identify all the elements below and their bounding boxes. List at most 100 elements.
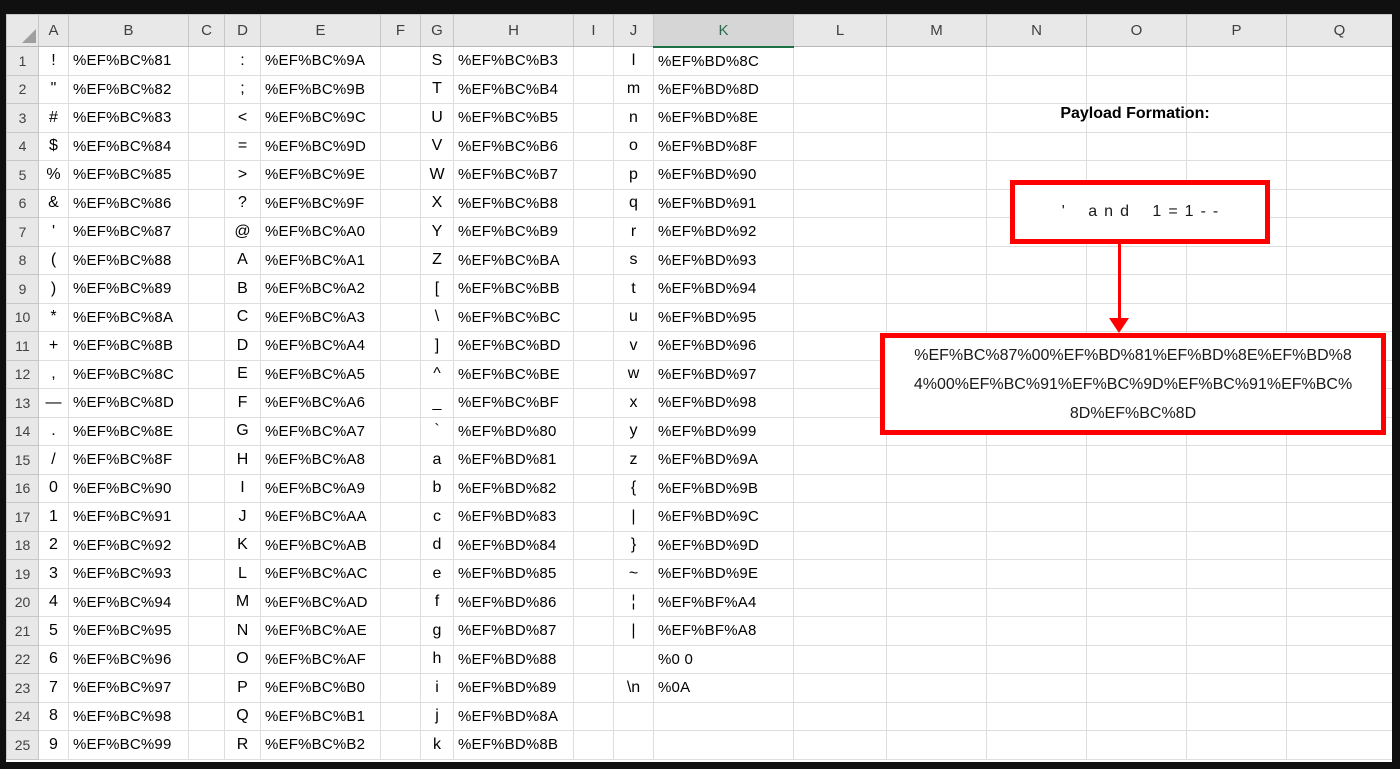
cell-O9[interactable] [1086,274,1187,304]
payload-source-box[interactable]: ' and 1=1-- [1010,180,1270,244]
column-header-P[interactable]: P [1186,14,1287,47]
cell-C5[interactable] [188,160,225,190]
cell-H4[interactable]: %EF%BC%B6 [453,131,574,161]
cell-E19[interactable]: %EF%BC%AC [260,559,381,589]
row-header-21[interactable]: 21 [6,616,39,646]
cell-D24[interactable]: Q [224,701,261,731]
cell-D12[interactable]: E [224,359,261,389]
cell-A7[interactable]: ' [38,217,69,247]
cell-H17[interactable]: %EF%BD%83 [453,502,574,532]
row-header-16[interactable]: 16 [6,473,39,503]
cell-M18[interactable] [886,530,987,560]
cell-I12[interactable] [573,359,614,389]
cell-I11[interactable] [573,331,614,361]
cell-K24[interactable] [653,701,794,731]
cell-I1[interactable] [573,46,614,76]
row-header-23[interactable]: 23 [6,673,39,703]
cell-E25[interactable]: %EF%BC%B2 [260,730,381,760]
column-header-M[interactable]: M [886,14,987,47]
cell-M2[interactable] [886,74,987,104]
cell-E23[interactable]: %EF%BC%B0 [260,673,381,703]
cell-C4[interactable] [188,131,225,161]
row-header-11[interactable]: 11 [6,331,39,361]
cell-H18[interactable]: %EF%BD%84 [453,530,574,560]
cell-P23[interactable] [1186,673,1287,703]
cell-K7[interactable]: %EF%BD%92 [653,217,794,247]
cell-A17[interactable]: 1 [38,502,69,532]
column-header-F[interactable]: F [380,14,421,47]
cell-A4[interactable]: $ [38,131,69,161]
cell-J24[interactable] [613,701,654,731]
cell-I5[interactable] [573,160,614,190]
cell-J15[interactable]: z [613,445,654,475]
cell-F5[interactable] [380,160,421,190]
cell-C7[interactable] [188,217,225,247]
cell-H12[interactable]: %EF%BC%BE [453,359,574,389]
cell-M9[interactable] [886,274,987,304]
cell-I13[interactable] [573,388,614,418]
cell-J23[interactable]: \n [613,673,654,703]
column-header-D[interactable]: D [224,14,261,47]
cell-L2[interactable] [793,74,887,104]
cell-D15[interactable]: H [224,445,261,475]
cell-L7[interactable] [793,217,887,247]
cell-B4[interactable]: %EF%BC%84 [68,131,189,161]
cell-D14[interactable]: G [224,416,261,446]
cell-K16[interactable]: %EF%BD%9B [653,473,794,503]
cell-A3[interactable]: # [38,103,69,133]
cell-A12[interactable]: , [38,359,69,389]
cell-O1[interactable] [1086,46,1187,76]
cell-G4[interactable]: V [420,131,454,161]
row-header-10[interactable]: 10 [6,302,39,332]
cell-J25[interactable] [613,730,654,760]
cell-H21[interactable]: %EF%BD%87 [453,616,574,646]
cell-H9[interactable]: %EF%BC%BB [453,274,574,304]
cell-Q20[interactable] [1286,587,1392,617]
cell-D9[interactable]: B [224,274,261,304]
cell-A10[interactable]: * [38,302,69,332]
row-header-24[interactable]: 24 [6,701,39,731]
cell-A21[interactable]: 5 [38,616,69,646]
cell-K20[interactable]: %EF%BF%A4 [653,587,794,617]
cell-P8[interactable] [1186,245,1287,275]
cell-B9[interactable]: %EF%BC%89 [68,274,189,304]
cell-K3[interactable]: %EF%BD%8E [653,103,794,133]
cell-G16[interactable]: b [420,473,454,503]
cell-J22[interactable] [613,644,654,674]
cell-G1[interactable]: S [420,46,454,76]
cell-A15[interactable]: / [38,445,69,475]
cell-F17[interactable] [380,502,421,532]
cell-K14[interactable]: %EF%BD%99 [653,416,794,446]
cell-K9[interactable]: %EF%BD%94 [653,274,794,304]
cell-A14[interactable]: . [38,416,69,446]
cell-Q21[interactable] [1286,616,1392,646]
cell-J6[interactable]: q [613,188,654,218]
row-header-3[interactable]: 3 [6,103,39,133]
cell-C13[interactable] [188,388,225,418]
cell-H1[interactable]: %EF%BC%B3 [453,46,574,76]
cell-M17[interactable] [886,502,987,532]
cell-G2[interactable]: T [420,74,454,104]
cell-E14[interactable]: %EF%BC%A7 [260,416,381,446]
cell-F13[interactable] [380,388,421,418]
cell-C2[interactable] [188,74,225,104]
cell-B2[interactable]: %EF%BC%82 [68,74,189,104]
cell-Q6[interactable] [1286,188,1392,218]
cell-G20[interactable]: f [420,587,454,617]
cell-O19[interactable] [1086,559,1187,589]
cell-L19[interactable] [793,559,887,589]
cell-N10[interactable] [986,302,1087,332]
cell-D23[interactable]: P [224,673,261,703]
cell-H10[interactable]: %EF%BC%BC [453,302,574,332]
row-header-17[interactable]: 17 [6,502,39,532]
cell-M10[interactable] [886,302,987,332]
cell-L14[interactable] [793,416,887,446]
cell-P22[interactable] [1186,644,1287,674]
cell-A22[interactable]: 6 [38,644,69,674]
cell-B19[interactable]: %EF%BC%93 [68,559,189,589]
cell-I17[interactable] [573,502,614,532]
cell-B10[interactable]: %EF%BC%8A [68,302,189,332]
cell-I16[interactable] [573,473,614,503]
cell-Q8[interactable] [1286,245,1392,275]
cell-Q15[interactable] [1286,445,1392,475]
